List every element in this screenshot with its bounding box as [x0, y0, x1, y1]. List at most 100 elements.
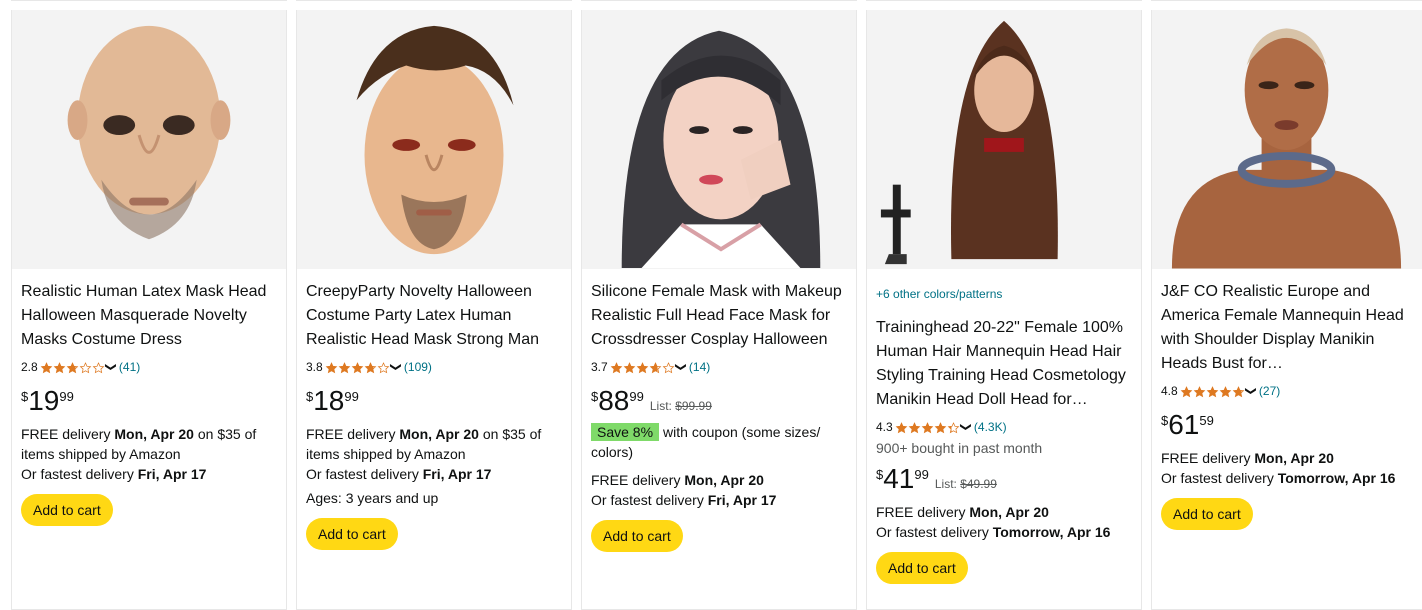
rating-value: 3.7	[591, 360, 608, 374]
review-count-link[interactable]: (41)	[119, 358, 140, 376]
fastest-date: Tomorrow, Apr 16	[992, 524, 1111, 540]
product-card: Realistic Human Latex Mask Head Hallowee…	[11, 0, 287, 610]
star-icon	[351, 361, 364, 374]
rating-row: 4.8 ❯ (27)	[1161, 382, 1414, 400]
add-to-cart-button[interactable]: Add to cart	[876, 552, 968, 584]
title-line[interactable]: Masks Costume Dress	[21, 328, 278, 352]
star-rating[interactable]	[610, 361, 675, 374]
mannequin-bust-image	[1152, 10, 1422, 269]
coupon-info: Save 8% with coupon (some sizes/ colors)	[591, 422, 848, 462]
product-grid: Realistic Human Latex Mask Head Hallowee…	[0, 0, 1422, 610]
add-to-cart-button[interactable]: Add to cart	[591, 520, 683, 552]
chevron-down-icon[interactable]: ❯	[1241, 386, 1259, 395]
star-rating[interactable]	[40, 361, 105, 374]
title-line[interactable]: Realistic Human Latex Mask Head	[21, 280, 278, 304]
add-to-cart-button[interactable]: Add to cart	[306, 518, 398, 550]
delivery-info: FREE delivery Mon, Apr 20 Or fastest del…	[1161, 448, 1414, 488]
list-price: List: $49.99	[935, 477, 997, 491]
star-icon	[921, 421, 934, 434]
price-symbol: $	[306, 389, 314, 404]
list-price-value: $49.99	[960, 477, 997, 491]
coupon-text: with coupon (some sizes/	[663, 424, 821, 440]
star-icon	[66, 361, 79, 374]
fastest-label: Or fastest delivery	[1161, 470, 1278, 486]
chevron-down-icon[interactable]: ❯	[386, 362, 404, 371]
delivery-label: FREE delivery	[306, 426, 400, 442]
product-title[interactable]: Silicone Female Mask with Makeup Realist…	[591, 280, 848, 352]
color-options-link[interactable]: +6 other colors/patterns	[876, 286, 1133, 302]
rating-row: 3.7 ❯ (14)	[591, 358, 848, 376]
title-line[interactable]: Styling Training Head Cosmetology	[876, 364, 1133, 388]
product-image[interactable]	[12, 10, 286, 269]
add-to-cart-button[interactable]: Add to cart	[21, 494, 113, 526]
title-line[interactable]: Manikin Head Doll Head for…	[876, 388, 1133, 412]
title-line[interactable]: Traininghead 20-22" Female 100%	[876, 316, 1133, 340]
delivery-date: Mon, Apr 20	[969, 504, 1049, 520]
product-image[interactable]	[1152, 10, 1422, 269]
review-count-link[interactable]: (27)	[1259, 382, 1280, 400]
review-count-link[interactable]: (14)	[689, 358, 710, 376]
title-line[interactable]: Crossdresser Cosplay Halloween	[591, 328, 848, 352]
delivery-date: Mon, Apr 20	[684, 472, 764, 488]
product-title[interactable]: CreepyParty Novelty Halloween Costume Pa…	[306, 280, 563, 352]
star-icon	[338, 361, 351, 374]
delivery-label: FREE delivery	[591, 472, 685, 488]
title-line[interactable]: Silicone Female Mask with Makeup	[591, 280, 848, 304]
title-line[interactable]: Realistic Full Head Face Mask for	[591, 304, 848, 328]
rating-row: 3.8 ❯ (109)	[306, 358, 563, 376]
delivery-label: FREE delivery	[876, 504, 970, 520]
delivery-info: FREE delivery Mon, Apr 20 on $35 of item…	[306, 424, 563, 484]
title-line[interactable]: Realistic Head Mask Strong Man	[306, 328, 563, 352]
chevron-down-icon[interactable]: ❯	[671, 362, 689, 371]
product-title[interactable]: Realistic Human Latex Mask Head Hallowee…	[21, 280, 278, 352]
price-symbol: $	[876, 467, 884, 482]
rating-value: 4.3	[876, 420, 893, 434]
title-line[interactable]: CreepyParty Novelty Halloween	[306, 280, 563, 304]
add-to-cart-button[interactable]: Add to cart	[1161, 498, 1253, 530]
star-icon	[364, 361, 377, 374]
review-count-link[interactable]: (4.3K)	[974, 418, 1007, 436]
product-image[interactable]	[582, 10, 856, 269]
product-image[interactable]	[867, 10, 1141, 269]
price-symbol: $	[1161, 413, 1169, 428]
coupon-text-2: colors)	[591, 444, 634, 460]
star-rating[interactable]	[1180, 385, 1245, 398]
strong-man-mask-image	[297, 10, 571, 269]
product-title[interactable]: Traininghead 20-22" Female 100% Human Ha…	[876, 316, 1133, 412]
star-rating[interactable]	[325, 361, 390, 374]
chevron-down-icon[interactable]: ❯	[101, 362, 119, 371]
delivery-info: FREE delivery Mon, Apr 20 on $35 of item…	[21, 424, 278, 484]
title-line[interactable]: with Shoulder Display Manikin	[1161, 328, 1414, 352]
product-image[interactable]	[297, 10, 571, 269]
price-whole: 41	[883, 463, 915, 494]
price-fraction: 99	[344, 389, 359, 404]
review-count-link[interactable]: (109)	[404, 358, 432, 376]
title-line[interactable]: Heads Bust for…	[1161, 352, 1414, 376]
price[interactable]: $ 18 99	[306, 386, 563, 416]
price-symbol: $	[21, 389, 29, 404]
product-card: CreepyParty Novelty Halloween Costume Pa…	[296, 0, 572, 610]
delivery-label: FREE delivery	[21, 426, 115, 442]
star-icon	[40, 361, 53, 374]
fastest-label: Or fastest delivery	[306, 466, 423, 482]
delivery-info: FREE delivery Mon, Apr 20 Or fastest del…	[591, 470, 848, 510]
title-line[interactable]: Human Hair Mannequin Head Hair	[876, 340, 1133, 364]
delivery-info: FREE delivery Mon, Apr 20 Or fastest del…	[876, 502, 1133, 542]
title-line[interactable]: J&F CO Realistic Europe and	[1161, 280, 1414, 304]
star-icon	[53, 361, 66, 374]
latex-mask-image	[12, 10, 286, 269]
price[interactable]: $ 88 99 List: $99.99	[591, 386, 848, 416]
title-line[interactable]: Halloween Masquerade Novelty	[21, 304, 278, 328]
price[interactable]: $ 19 99	[21, 386, 278, 416]
chevron-down-icon[interactable]: ❯	[956, 422, 974, 431]
title-line[interactable]: Costume Party Latex Human	[306, 304, 563, 328]
product-title[interactable]: J&F CO Realistic Europe and America Fema…	[1161, 280, 1414, 376]
delivery-date: Mon, Apr 20	[399, 426, 479, 442]
fastest-date: Fri, Apr 17	[422, 466, 492, 482]
star-icon	[649, 361, 662, 374]
title-line[interactable]: America Female Mannequin Head	[1161, 304, 1414, 328]
price[interactable]: $ 61 59	[1161, 410, 1414, 440]
star-icon	[1180, 385, 1193, 398]
price[interactable]: $ 41 99 List: $49.99	[876, 464, 1133, 494]
star-rating[interactable]	[895, 421, 960, 434]
